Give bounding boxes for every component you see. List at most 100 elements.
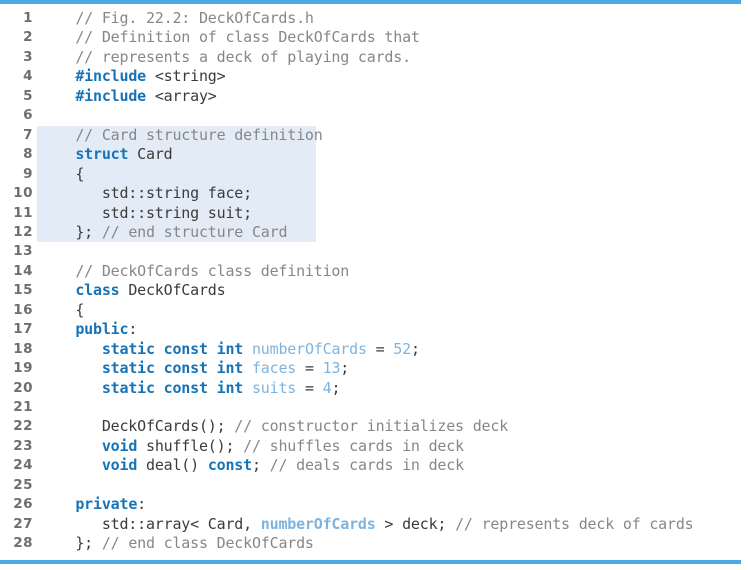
code-token-keyword: #include [75,86,146,105]
code-token-plain: <array> [145,86,217,105]
code-line: 25 [0,476,748,495]
code-token-num: 13 [322,359,341,378]
code-text: // represents a deck of playing cards. [40,48,411,67]
code-token-plain: shuffle(); [137,436,244,455]
code-token-comment: // end structure Card [101,222,288,241]
code-token-ident: suits [251,378,297,397]
line-number: 7 [23,126,33,143]
code-text: DeckOfCards(); // constructor initialize… [40,417,508,436]
code-text: { [40,301,84,320]
line-number: 15 [13,282,33,299]
code-token-plain: std::array< Card, [40,514,261,533]
code-token-keyword: struct [75,145,129,164]
code-text: #include <array> [40,87,217,106]
code-line: 14 // DeckOfCards class definition [0,262,748,281]
code-token-keyword: const [207,456,252,475]
code-text: void deal() const; // deals cards in dec… [40,456,464,475]
code-token-plain: : [137,495,146,514]
code-text: std::string face; [40,184,252,203]
code-line: 4 #include <string> [0,67,748,86]
code-token-plain: }; [40,534,102,553]
code-line: 15 class DeckOfCards [0,281,748,300]
code-line: 10 std::string face; [0,184,748,203]
line-number: 12 [13,223,33,240]
code-token-plain: <string> [145,67,226,86]
line-number: 24 [13,457,33,474]
code-listing-figure: 1 // Fig. 22.2: DeckOfCards.h 2 // Defini… [0,0,748,570]
line-number: 5 [23,87,33,104]
code-line: 17 public: [0,320,748,339]
code-text: std::array< Card, numberOfCards > deck; … [40,515,694,534]
code-line: 16 { [0,301,748,320]
code-token-comment: // deals cards in deck [269,456,464,475]
code-line: 20 static const int suits = 4; [0,379,748,398]
top-rule-divider [0,0,741,4]
code-token-plain: : [128,320,138,339]
code-text: class DeckOfCards [40,281,225,300]
code-text: static const int numberOfCards = 52; [40,340,420,359]
code-line: 19 static const int faces = 13; [0,359,748,378]
code-line: 11 std::string suit; [0,204,748,223]
code-token-plain: ; [410,339,420,358]
code-token-keyword: public [75,320,129,339]
code-text: // Definition of class DeckOfCards that [40,28,420,47]
code-token-plain: = [366,339,394,358]
code-token-plain: std::string face; [40,184,252,203]
line-number: 17 [13,321,33,338]
code-text: void shuffle(); // shuffles cards in dec… [40,437,464,456]
code-token-num: 52 [393,339,411,358]
code-line: 24 void deal() const; // deals cards in … [0,456,748,475]
line-number: 27 [13,515,33,532]
code-token-plain: DeckOfCards [119,281,226,300]
code-text: // DeckOfCards class definition [40,262,349,281]
code-token-plain: deal() [137,456,208,475]
line-number: 16 [13,301,33,318]
code-line: 13 [0,242,748,261]
code-text: }; // end structure Card [40,223,287,242]
code-line: 2 // Definition of class DeckOfCards tha… [0,28,748,47]
code-token-plain: ; [251,456,270,475]
line-number: 8 [23,146,33,163]
code-token-plain: DeckOfCards(); [40,417,235,436]
code-line: 18 static const int numberOfCards = 52; [0,340,748,359]
line-number: 26 [13,496,33,513]
line-number: 21 [13,399,33,415]
line-number: 25 [13,476,33,493]
code-token-comment: // represents deck of cards [455,514,694,533]
code-line: 7 // Card structure definition [0,126,748,145]
line-number: 10 [13,185,33,202]
code-text: std::string suit; [40,204,252,223]
code-token-keyword: static const int [101,339,244,358]
code-token-plain: ; [340,359,350,378]
code-token-comment: // shuffles cards in deck [243,436,464,455]
code-text: }; // end class DeckOfCards [40,534,314,553]
code-token-comment: // end class DeckOfCards [101,534,314,553]
code-token-keyword: static const int [101,359,244,378]
code-line: 3 // represents a deck of playing cards. [0,48,748,67]
code-line: 26 private: [0,495,748,514]
code-token-comment: // Card structure definition [75,125,323,144]
code-token-comment: // Definition of class DeckOfCards that [75,28,420,47]
code-text: // Fig. 22.2: DeckOfCards.h [40,9,314,28]
code-line: 1 // Fig. 22.2: DeckOfCards.h [0,9,748,28]
line-number: 22 [13,418,33,435]
line-number: 11 [13,204,33,221]
code-token-ident: faces [251,359,297,378]
code-token-keyword: static const int [101,378,244,397]
code-text: static const int faces = 13; [40,359,350,378]
code-text: { [40,165,84,184]
line-number: 19 [13,360,33,377]
bottom-rule-divider [0,560,741,564]
line-number: 14 [13,262,33,279]
line-number: 3 [23,48,33,65]
code-line: 6 [0,106,748,125]
